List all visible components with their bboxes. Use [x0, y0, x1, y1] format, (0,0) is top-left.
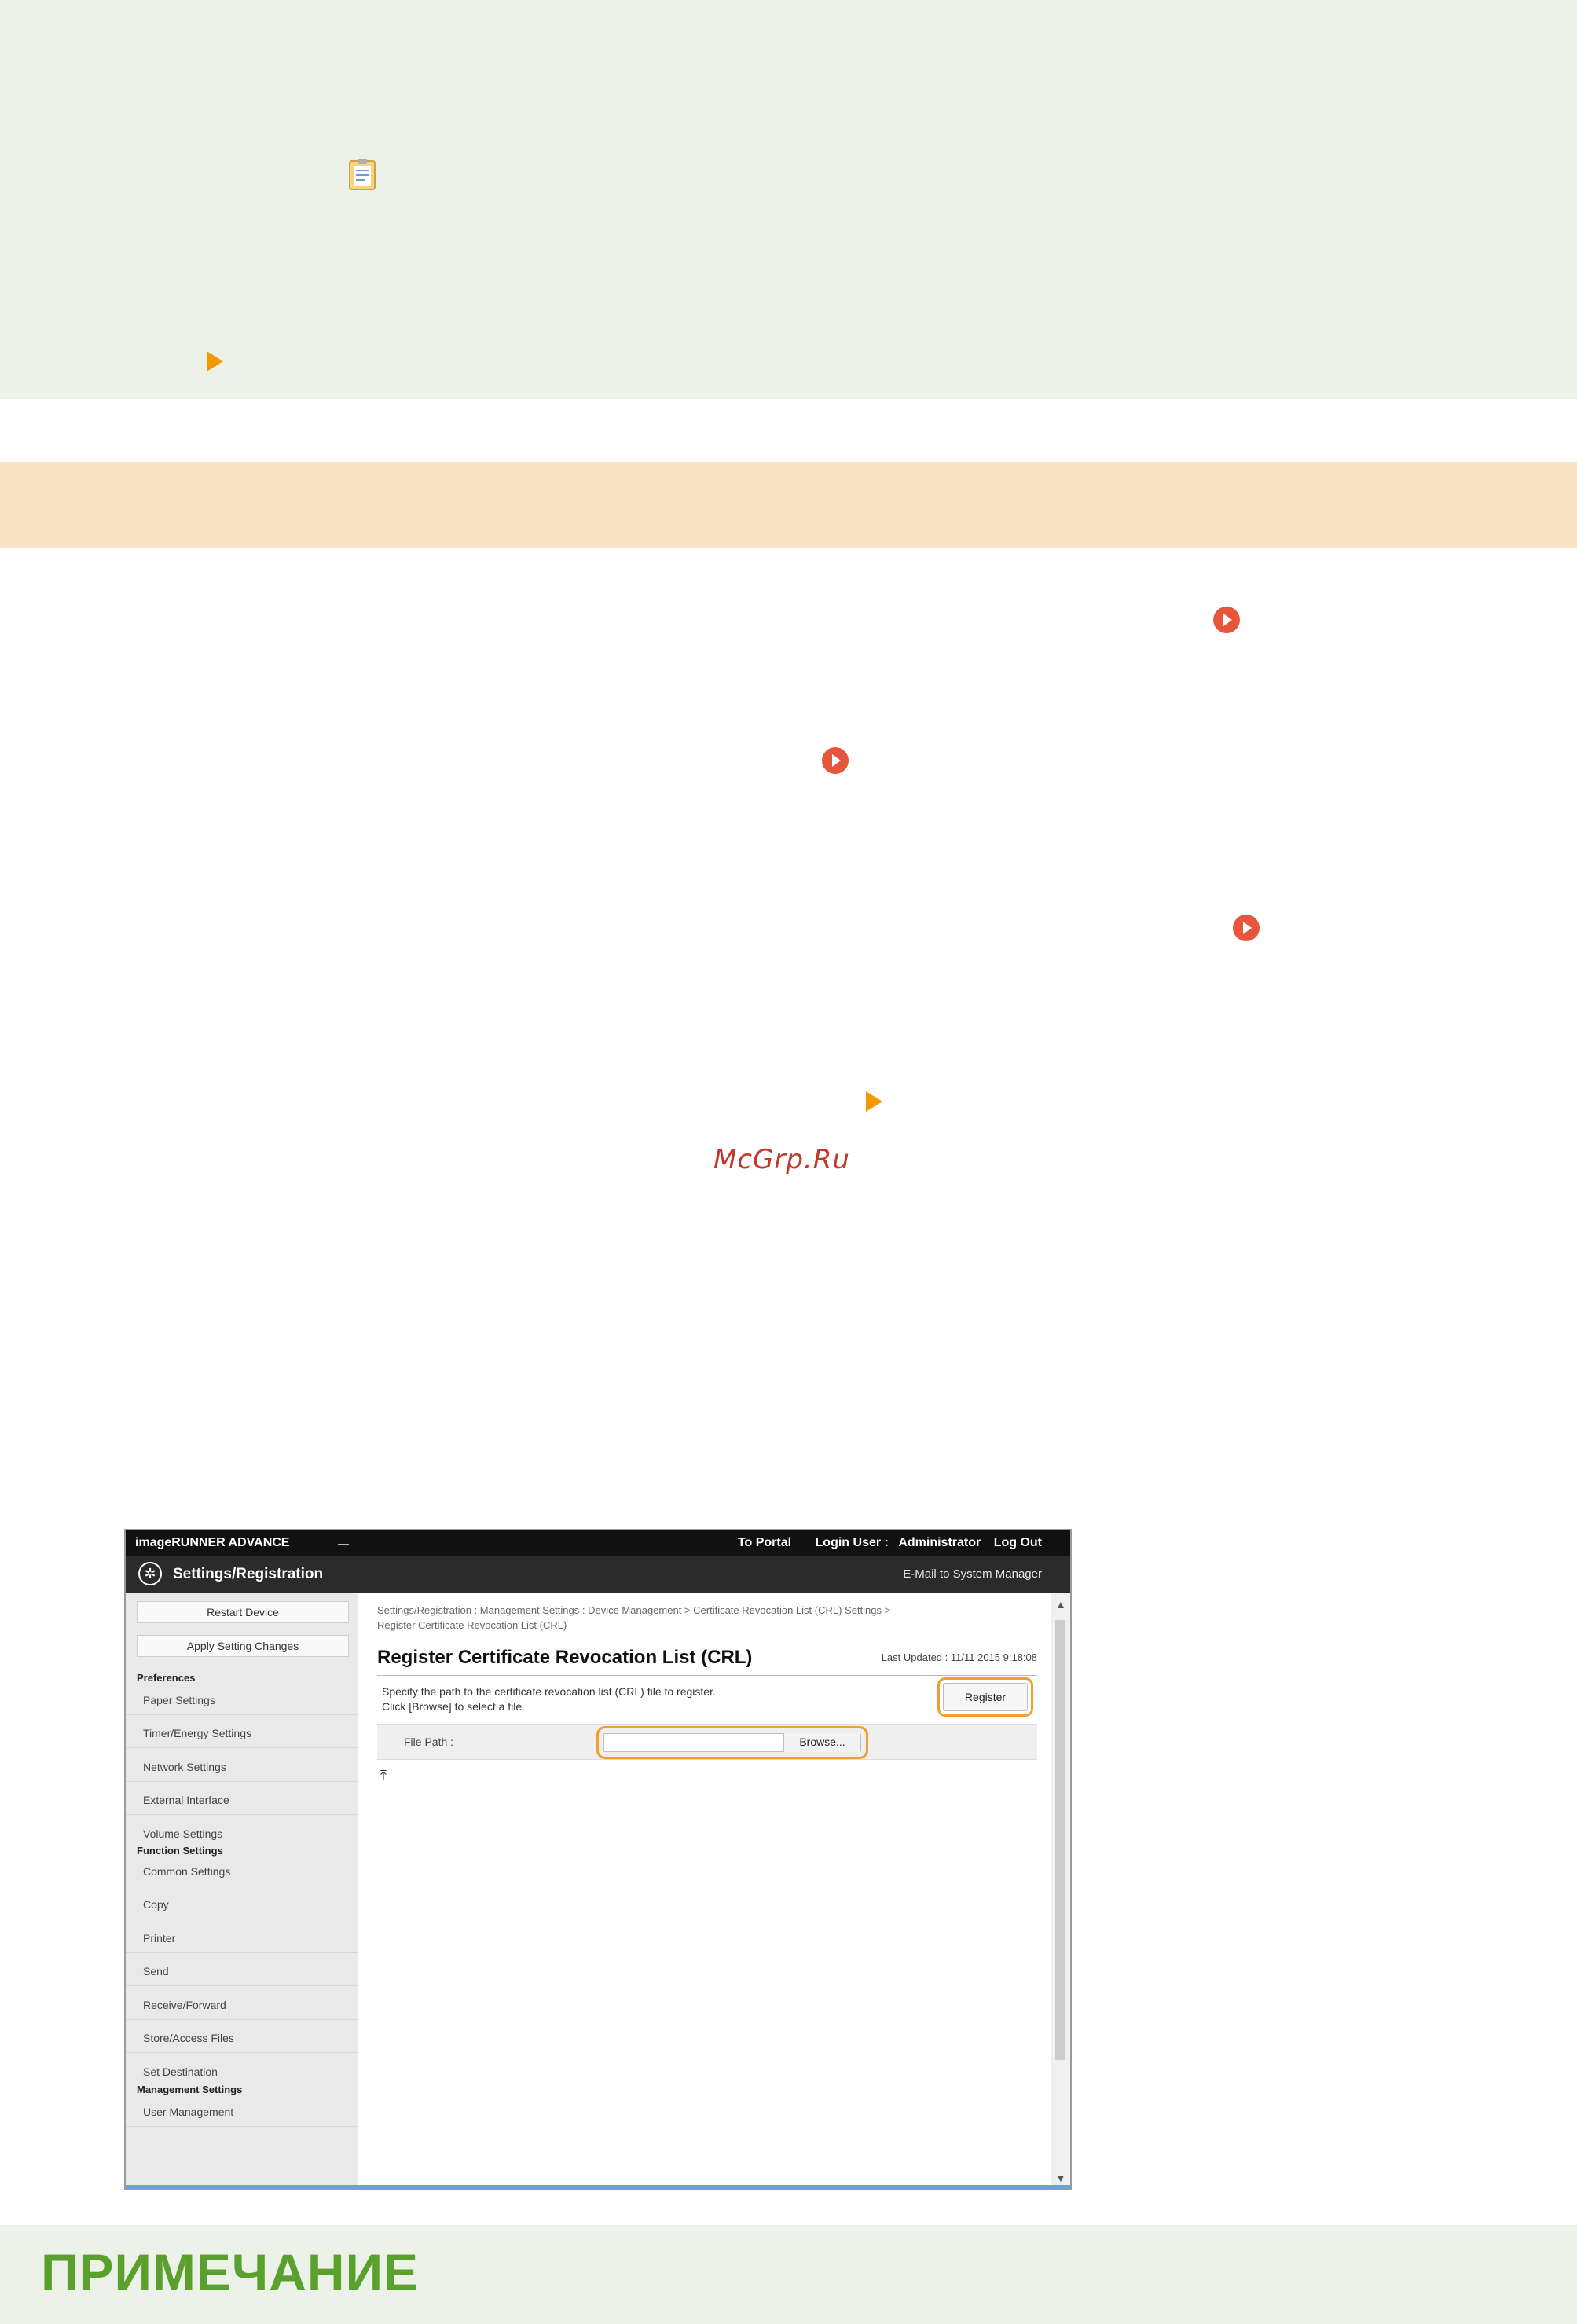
device-model: —	[338, 1537, 349, 1549]
file-path-input[interactable]: Browse...	[596, 1726, 868, 1759]
divider	[126, 1781, 358, 1782]
description-line: Specify the path to the certificate revo…	[382, 1685, 716, 1698]
top-links: To Portal Login User : Administrator Log…	[717, 1536, 1042, 1550]
sidebar-item-set-destination[interactable]: Set Destination	[143, 2066, 218, 2078]
email-system-manager-link[interactable]: E-Mail to System Manager	[903, 1567, 1042, 1581]
clipboard-icon	[349, 159, 376, 190]
file-path-label: File Path :	[404, 1736, 454, 1748]
orange-arrow-icon[interactable]	[207, 351, 223, 372]
divider	[377, 1675, 1037, 1676]
breadcrumb-current: Register Certificate Revocation List (CR…	[377, 1619, 567, 1631]
divider	[126, 2126, 358, 2127]
divider	[126, 1952, 358, 1953]
sidebar-item-store-access-files[interactable]: Store/Access Files	[143, 2032, 234, 2044]
note-box-bottom: ПРИМЕЧАНИЕ	[0, 2225, 1577, 2324]
apply-setting-changes-button[interactable]: Apply Setting Changes	[137, 1635, 349, 1657]
link-arrow-icon[interactable]	[1233, 915, 1260, 941]
main-content: Settings/Registration : Management Setti…	[358, 1593, 1050, 2189]
sidebar-item-network[interactable]: Network Settings	[143, 1761, 226, 1773]
divider	[126, 1747, 358, 1748]
link-arrow-icon[interactable]	[822, 747, 849, 774]
scroll-thumb[interactable]	[1055, 1620, 1065, 2060]
sidebar-item-paper-settings[interactable]: Paper Settings	[143, 1694, 215, 1706]
restart-device-button[interactable]: Restart Device	[137, 1601, 349, 1623]
settings-gear-icon: ✲	[138, 1562, 162, 1585]
sidebar-item-volume[interactable]: Volume Settings	[143, 1827, 222, 1840]
product-name: imageRUNNER ADVANCE	[135, 1536, 290, 1549]
divider	[126, 2019, 358, 2020]
sidebar-item-external-interface[interactable]: External Interface	[143, 1794, 229, 1806]
sidebar-item-user-management[interactable]: User Management	[143, 2106, 233, 2118]
divider	[126, 1814, 358, 1815]
back-to-top-icon[interactable]: ⤒	[380, 1768, 387, 1784]
file-path-row: File Path : Browse...	[377, 1724, 1037, 1760]
sidebar-item-receive-forward[interactable]: Receive/Forward	[143, 1999, 226, 2011]
sidebar-item-send[interactable]: Send	[143, 1965, 169, 1978]
register-button[interactable]: Register	[937, 1677, 1033, 1717]
app-header: ✲ Settings/Registration E-Mail to System…	[126, 1556, 1070, 1593]
sidebar-item-timer-energy[interactable]: Timer/Energy Settings	[143, 1727, 251, 1739]
app-title: Settings/Registration	[173, 1566, 324, 1582]
sidebar-item-copy[interactable]: Copy	[143, 1898, 169, 1911]
sidebar-group-function-settings: Function Settings	[137, 1845, 223, 1857]
sidebar-group-preferences: Preferences	[137, 1672, 196, 1684]
login-user-label: Login User :	[815, 1536, 889, 1549]
divider	[126, 2052, 358, 2053]
sidebar-group-management-settings: Management Settings	[137, 2084, 243, 2095]
description-line: Click [Browse] to select a file.	[382, 1700, 526, 1713]
scroll-up-icon[interactable]: ▲	[1055, 1598, 1066, 1611]
to-portal-link[interactable]: To Portal	[738, 1536, 791, 1549]
scroll-down-icon[interactable]: ▼	[1055, 2172, 1066, 2184]
ui-screenshot: imageRUNNER ADVANCE — To Portal Login Us…	[124, 1529, 1072, 2190]
breadcrumb-line[interactable]: Settings/Registration : Management Setti…	[377, 1603, 1021, 1618]
breadcrumb: Settings/Registration : Management Setti…	[377, 1603, 1021, 1633]
orange-arrow-icon[interactable]	[866, 1091, 882, 1112]
note-box-top	[0, 0, 1577, 399]
note-heading: ПРИМЕЧАНИЕ	[41, 2243, 420, 2301]
window-bottom-strip	[126, 2185, 1070, 2189]
browse-button[interactable]: Browse...	[783, 1733, 860, 1752]
page-title: Register Certificate Revocation List (CR…	[377, 1647, 753, 1668]
scrollbar[interactable]: ▲ ▼	[1051, 1593, 1070, 2189]
last-updated: Last Updated : 11/11 2015 9:18:08	[881, 1651, 1037, 1663]
sidebar: Restart Device Apply Setting Changes Pre…	[126, 1593, 358, 2189]
log-out-link[interactable]: Log Out	[994, 1536, 1042, 1549]
sidebar-item-printer[interactable]: Printer	[143, 1932, 175, 1945]
divider	[126, 1714, 358, 1715]
section-heading-band	[0, 462, 1577, 548]
login-user-name: Administrator	[898, 1536, 981, 1549]
divider	[126, 1985, 358, 1986]
description: Specify the path to the certificate revo…	[382, 1684, 716, 1714]
top-bar: imageRUNNER ADVANCE — To Portal Login Us…	[126, 1530, 1070, 1556]
link-arrow-icon[interactable]	[1213, 607, 1240, 633]
sidebar-item-common-settings[interactable]: Common Settings	[143, 1865, 230, 1878]
watermark: McGrp.Ru	[713, 1144, 850, 1175]
